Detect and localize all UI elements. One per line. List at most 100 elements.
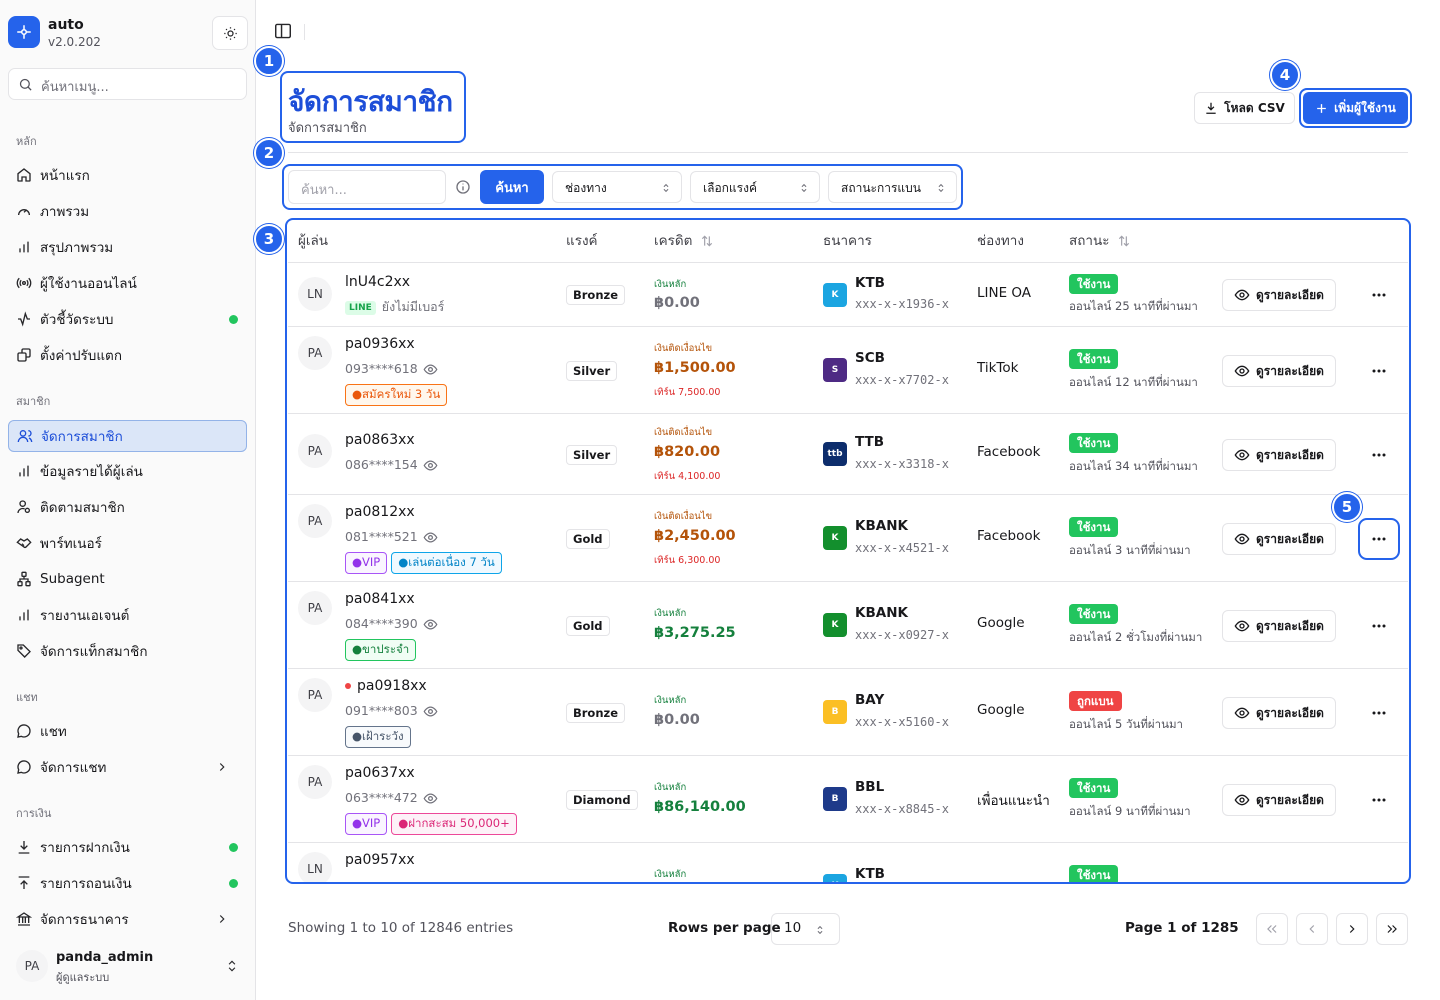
activity-icon — [18, 311, 30, 327]
chevrons-up-down-icon — [801, 183, 807, 193]
user-menu[interactable]: PA panda_admin ผู้ดูแลระบบ — [8, 944, 247, 992]
sidebar-item-label: จัดการแท็กสมาชิก — [40, 644, 148, 660]
section-label-chat: แชท — [16, 691, 38, 704]
sidebar-item-player-income[interactable]: ข้อมูลรายได้ผู้เล่น — [8, 455, 247, 487]
previous-page-button[interactable] — [1296, 913, 1328, 945]
channel-select-value: ช่องทาง — [565, 181, 607, 195]
sidebar-item-manage-banks[interactable]: จัดการธนาคาร — [8, 903, 247, 935]
search-icon — [19, 78, 32, 91]
download-csv-label: โหลด CSV — [1224, 100, 1285, 115]
rows-per-page-value: 10 — [784, 920, 802, 936]
avatar: PA — [16, 950, 48, 982]
rank-select[interactable]: เลือกแรงค์ — [690, 171, 820, 203]
sidebar-item-online-users[interactable]: ผู้ใช้งานออนไลน์ — [8, 267, 247, 299]
users-icon — [17, 430, 33, 443]
channel-select[interactable]: ช่องทาง — [552, 171, 682, 203]
sidebar-item-label: สรุปภาพรวม — [40, 240, 114, 256]
plus-icon — [1317, 103, 1326, 113]
sidebar: auto v2.0.202 ค้นหาเมนู... หลัก หน้าแรก … — [0, 0, 256, 1000]
sidebar-item-label: หน้าแรก — [40, 168, 90, 184]
handshake-icon — [16, 538, 32, 549]
search-button[interactable]: ค้นหา — [480, 170, 544, 204]
home-icon — [17, 168, 31, 182]
sidebar-item-label: รายการฝากเงิน — [40, 840, 130, 856]
app-logo-icon — [8, 16, 40, 48]
tag-icon — [17, 644, 31, 658]
rows-per-page-label: Rows per page — [668, 920, 781, 936]
rank-select-value: เลือกแรงค์ — [703, 181, 757, 195]
next-page-button[interactable] — [1336, 913, 1368, 945]
bar-chart-icon — [19, 465, 29, 477]
sidebar-item-label: จัดการสมาชิก — [41, 429, 123, 445]
callout-badge: 3 — [254, 224, 284, 254]
sidebar-item-label: จัดการธนาคาร — [40, 912, 129, 928]
sidebar-toggle-button[interactable] — [272, 20, 294, 42]
sidebar-item-label: จัดการแชท — [40, 760, 107, 776]
sidebar-item-manage-members[interactable]: จัดการสมาชิก — [8, 420, 247, 452]
sidebar-item-subagent[interactable]: Subagent — [8, 563, 247, 595]
page-indicator: Page 1 of 1285 — [1125, 920, 1239, 936]
sidebar-item-withdrawals[interactable]: รายการถอนเงิน — [8, 867, 247, 899]
sidebar-item-agent-report[interactable]: รายงานเอเจนต์ — [8, 599, 247, 631]
entries-info: Showing 1 to 10 of 12846 entries — [288, 920, 514, 936]
sidebar-item-settings[interactable]: ตั้งค่าปรับแตก — [8, 339, 247, 371]
download-icon — [1206, 102, 1216, 114]
sidebar-item-label: รายการถอนเงิน — [40, 876, 132, 892]
ban-status-select[interactable]: สถานะการแบน — [828, 171, 957, 203]
chevrons-right-icon — [1387, 925, 1397, 933]
rows-per-page-select[interactable]: 10 — [771, 913, 840, 945]
sidebar-item-track-members[interactable]: ติดตามสมาชิก — [8, 491, 247, 523]
chevrons-up-down-icon — [228, 960, 236, 972]
sidebar-item-manage-chat[interactable]: จัดการแชท — [8, 751, 247, 783]
menu-search-input[interactable]: ค้นหาเมนู... — [8, 68, 247, 100]
chevrons-up-down-icon — [663, 183, 669, 193]
chevron-right-icon — [219, 763, 225, 771]
chevron-right-icon — [219, 915, 225, 923]
sidebar-item-metrics[interactable]: ตัวชี้วัดระบบ — [8, 303, 247, 335]
sidebar-item-label: ตั้งค่าปรับแตก — [40, 348, 123, 364]
sidebar-item-partners[interactable]: พาร์ทเนอร์ — [8, 527, 247, 559]
callout-badge: 5 — [1332, 492, 1362, 522]
sidebar-item-deposits[interactable]: รายการฝากเงิน — [8, 831, 247, 863]
sidebar-item-chat[interactable]: แชท — [8, 715, 247, 747]
sidebar-item-label: แชท — [40, 724, 67, 740]
sidebar-item-label: ติดตามสมาชิก — [40, 500, 125, 516]
message-circle-icon — [17, 724, 31, 738]
bar-chart-icon — [19, 241, 29, 253]
sidebar-item-label: พาร์ทเนอร์ — [40, 536, 102, 552]
sidebar-item-home[interactable]: หน้าแรก — [8, 159, 247, 191]
sidebar-item-label: รายงานเอเจนต์ — [40, 608, 130, 624]
add-user-button[interactable]: เพิ่มผู้ใช้งาน — [1303, 92, 1408, 124]
info-icon[interactable] — [455, 179, 471, 195]
last-page-button[interactable] — [1376, 913, 1408, 945]
chevron-right-icon — [1349, 925, 1355, 933]
callout-badge: 4 — [1270, 60, 1300, 90]
page-subtitle: จัดการสมาชิก — [288, 121, 367, 136]
sidebar-item-overview[interactable]: ภาพรวม — [8, 195, 247, 227]
network-icon — [17, 571, 31, 587]
gauge-icon — [18, 209, 30, 216]
chevrons-up-down-icon — [817, 925, 823, 935]
sidebar-item-label: ตัวชี้วัดระบบ — [40, 312, 114, 328]
download-icon — [18, 841, 30, 854]
ban-status-select-value: สถานะการแบน — [841, 181, 921, 195]
download-csv-button[interactable]: โหลด CSV — [1194, 92, 1295, 124]
sidebar-item-member-tags[interactable]: จัดการแท็กสมาชิก — [8, 635, 247, 667]
panel-left-icon — [275, 23, 291, 39]
divider — [304, 24, 305, 40]
divider — [288, 152, 1408, 153]
add-user-label: เพิ่มผู้ใช้งาน — [1334, 100, 1396, 115]
section-label-main: หลัก — [16, 135, 37, 148]
sun-icon — [223, 26, 237, 40]
first-page-button[interactable] — [1256, 913, 1288, 945]
theme-toggle-button[interactable] — [212, 16, 248, 50]
sidebar-item-summary[interactable]: สรุปภาพรวม — [8, 231, 247, 263]
chevrons-left-icon — [1267, 925, 1277, 933]
highlight-box-table — [285, 218, 1411, 884]
section-label-finance: การเงิน — [16, 807, 52, 820]
app-version: v2.0.202 — [48, 35, 101, 49]
main-content: จัดการสมาชิก จัดการสมาชิก โหลด CSV เพิ่ม… — [254, 0, 1440, 1000]
brand: auto v2.0.202 — [8, 16, 248, 52]
bank-icon — [16, 912, 32, 926]
member-search-input[interactable]: ค้นหา... — [288, 170, 446, 204]
